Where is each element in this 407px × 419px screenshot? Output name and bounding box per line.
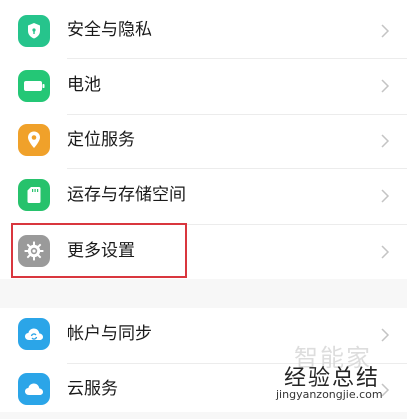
cloud-icon: [18, 373, 50, 405]
settings-item-label: 定位服务: [67, 130, 135, 150]
location-pin-icon: [18, 124, 50, 156]
settings-item-label: 运存与存储空间: [67, 185, 186, 205]
shield-icon: [18, 15, 50, 47]
settings-item-label: 电池: [67, 75, 101, 95]
settings-item-label: 安全与隐私: [67, 20, 152, 40]
chevron-right-icon: [381, 245, 390, 259]
chevron-right-icon: [381, 328, 390, 342]
settings-item-battery[interactable]: 电池: [0, 59, 407, 114]
watermark: 智能家 经验总结 jingyanzongjie.com: [276, 344, 402, 410]
settings-item-location[interactable]: 定位服务: [0, 115, 407, 170]
chevron-right-icon: [381, 134, 390, 148]
highlight-box: [11, 223, 187, 278]
settings-item-label: 云服务: [67, 379, 118, 399]
chevron-right-icon: [381, 189, 390, 203]
chevron-right-icon: [381, 79, 390, 93]
settings-item-storage[interactable]: 运存与存储空间: [0, 169, 407, 224]
settings-item-security-privacy[interactable]: 安全与隐私: [0, 3, 407, 58]
sd-card-icon: [18, 179, 50, 211]
chevron-right-icon: [381, 24, 390, 38]
cloud-sync-icon: [18, 318, 50, 350]
battery-icon: [18, 70, 50, 102]
settings-item-label: 帐户与同步: [67, 324, 152, 344]
watermark-url: jingyanzongjie.com: [276, 388, 383, 401]
